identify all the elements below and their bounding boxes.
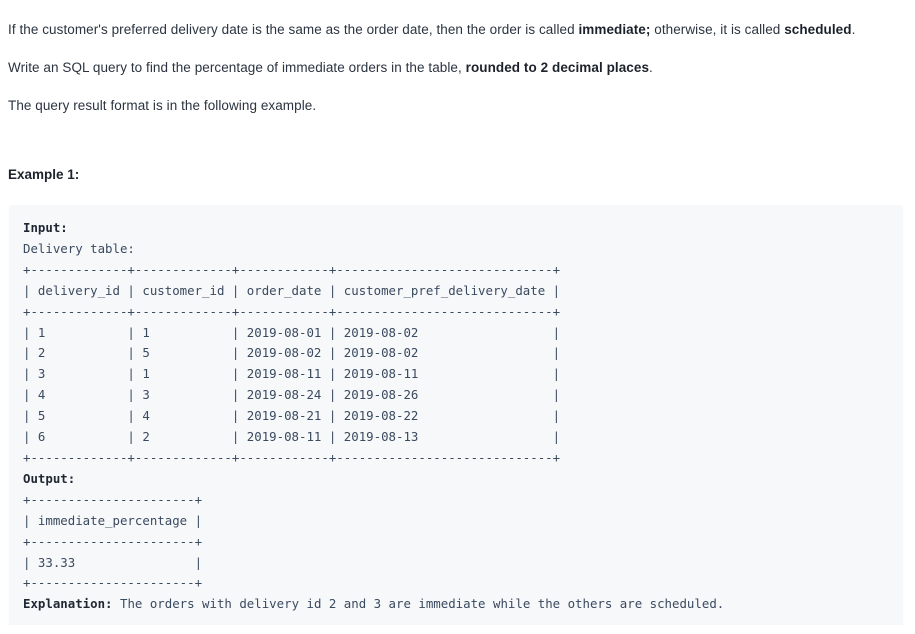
example-code-block: Input: Delivery table: +-------------+--… — [9, 205, 903, 626]
plain-text: otherwise, it is called — [650, 22, 785, 37]
plain-text: . — [851, 22, 856, 37]
input-label: Input: — [23, 220, 68, 235]
example-heading: Example 1: — [8, 167, 80, 182]
problem-page: If the customer's preferred delivery dat… — [0, 21, 915, 626]
paragraph-definition: If the customer's preferred delivery dat… — [8, 21, 907, 39]
plain-text: The query result format is in the follow… — [8, 98, 317, 113]
plain-text: If the customer's preferred delivery dat… — [8, 22, 579, 37]
output-label: Output: — [23, 470, 76, 486]
emphasis-text: immediate; — [578, 22, 651, 37]
paragraph-format-note: The query result format is in the follow… — [8, 97, 907, 115]
paragraph-task: Write an SQL query to find the percentag… — [8, 59, 907, 77]
example-code-text: Input: Delivery table: +-------------+--… — [23, 220, 725, 612]
plain-text: Write an SQL query to find the percentag… — [8, 60, 466, 75]
emphasis-text: rounded to 2 decimal places — [465, 60, 650, 75]
plain-text: . — [649, 60, 653, 75]
explanation-label: Explanation: — [23, 596, 113, 612]
emphasis-text: scheduled — [784, 22, 852, 37]
